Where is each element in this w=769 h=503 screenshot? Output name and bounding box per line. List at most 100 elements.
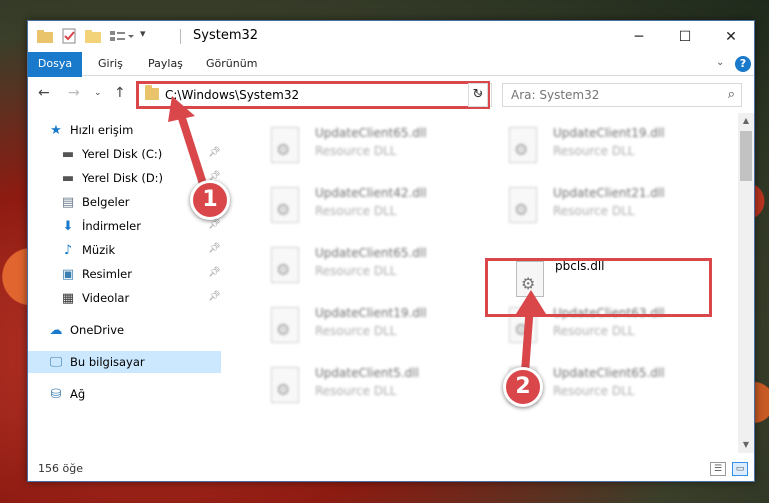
back-arrow-icon[interactable]: ← (38, 85, 50, 101)
nav-item-label: Bu bilgisayar (70, 355, 145, 369)
dll-file-icon (271, 187, 299, 223)
nav-item-onedrive[interactable]: ☁ OneDrive (28, 319, 221, 341)
download-icon: ⬇ (62, 218, 74, 234)
large-icons-view-icon[interactable]: ▭ (732, 462, 748, 476)
file-item[interactable]: UpdateClient5.dll Resource DLL (243, 359, 473, 411)
nav-item-label: Videolar (82, 291, 130, 305)
view-options-icon[interactable] (108, 27, 134, 45)
tab-home[interactable]: Giriş (90, 52, 131, 76)
properties-icon[interactable] (60, 27, 78, 45)
ribbon-tabs: Dosya Giriş Paylaş Görünüm ⌄ ? (28, 52, 754, 104)
navigation-pane: ★ Hızlı erişim ▬ Yerel Disk (C:) 📌︎ ▬ Ye… (28, 113, 223, 453)
nav-item-this-pc[interactable]: 🖵︎ Bu bilgisayar (28, 351, 221, 373)
dll-file-icon (271, 367, 299, 403)
nav-item-pictures[interactable]: ▣ Resimler 📌︎ (28, 263, 221, 285)
file-type: Resource DLL (553, 324, 635, 338)
window-title: System32 (193, 28, 259, 43)
nav-item-label: Ağ (70, 387, 86, 401)
file-item[interactable]: UpdateClient63.dll Resource DLL (481, 299, 711, 351)
dll-file-icon (509, 187, 537, 223)
nav-item-disk-c[interactable]: ▬ Yerel Disk (C:) 📌︎ (28, 143, 221, 165)
customize-toolbar-icon[interactable]: ▾ (140, 27, 158, 45)
file-item[interactable]: UpdateClient65.dll Resource DLL (243, 239, 473, 291)
pin-icon[interactable]: 📌︎ (208, 267, 221, 278)
file-item-pbcls[interactable]: pbcls.dll (488, 253, 718, 305)
nav-item-label: OneDrive (70, 323, 125, 337)
dll-file-icon (271, 127, 299, 163)
music-icon: ♪ (63, 242, 73, 258)
tab-view[interactable]: Görünüm (198, 52, 265, 76)
star-icon: ★ (50, 122, 62, 138)
details-view-icon[interactable]: ☰ (710, 462, 726, 476)
file-type: Resource DLL (315, 264, 397, 278)
status-bar: 156 öğe ☰ ▭ (28, 457, 754, 481)
cloud-icon: ☁ (49, 322, 63, 338)
file-item[interactable]: UpdateClient65.dll Resource DLL (243, 119, 473, 171)
address-row: ← → ⌄ ↑ C:\Windows\System32 ⌄ ↻ ⌕ (28, 77, 754, 113)
dll-file-icon (509, 307, 537, 343)
help-icon[interactable]: ? (735, 56, 751, 72)
search-box[interactable]: ⌕ (502, 83, 742, 107)
file-item[interactable]: UpdateClient42.dll Resource DLL (243, 179, 473, 231)
file-explorer-window: ▾ System32 ─ ☐ ✕ Dosya Giriş Paylaş Görü… (27, 20, 755, 482)
file-name: UpdateClient63.dll (553, 306, 665, 320)
nav-item-disk-d[interactable]: ▬ Yerel Disk (D:) 📌︎ (28, 167, 221, 189)
file-type: Resource DLL (315, 384, 397, 398)
search-input[interactable] (503, 84, 713, 106)
address-folder-icon (145, 85, 159, 100)
tab-share[interactable]: Paylaş (140, 52, 191, 76)
up-arrow-icon[interactable]: ↑ (114, 85, 126, 101)
step-2-badge: 2 (503, 367, 543, 407)
file-name: UpdateClient65.dll (315, 246, 427, 260)
file-name: pbcls.dll (555, 259, 605, 273)
title-separator (180, 29, 181, 44)
pin-icon[interactable]: 📌︎ (208, 147, 221, 158)
maximize-icon: ☐ (678, 28, 692, 45)
maximize-button[interactable]: ☐ (662, 21, 708, 52)
scroll-down-icon[interactable]: ▼ (738, 437, 754, 453)
file-type: Resource DLL (553, 384, 635, 398)
nav-item-label: İndirmeler (82, 219, 141, 233)
pin-icon[interactable]: 📌︎ (208, 291, 221, 302)
scroll-thumb[interactable] (740, 131, 752, 181)
file-item[interactable]: UpdateClient19.dll Resource DLL (243, 299, 473, 351)
nav-item-videos[interactable]: ▦ Videolar 📌︎ (28, 287, 221, 309)
minimize-button[interactable]: ─ (616, 21, 662, 52)
search-icon[interactable]: ⌕ (728, 87, 735, 102)
scroll-up-icon[interactable]: ▲ (738, 113, 754, 129)
drive-icon: ▬ (61, 146, 75, 162)
folder-icon (36, 27, 54, 45)
new-folder-icon[interactable] (84, 27, 102, 45)
pin-icon[interactable]: 📌︎ (208, 219, 221, 230)
file-name: UpdateClient42.dll (315, 186, 427, 200)
video-icon: ▦ (61, 290, 75, 306)
pin-icon[interactable]: 📌︎ (208, 243, 221, 254)
address-bar[interactable]: C:\Windows\System32 ⌄ (138, 83, 492, 107)
file-type: Resource DLL (315, 204, 397, 218)
file-type: Resource DLL (315, 144, 397, 158)
close-button[interactable]: ✕ (708, 21, 754, 52)
nav-item-network[interactable]: ⛁ Ağ (28, 383, 221, 405)
forward-arrow-icon[interactable]: → (68, 85, 80, 101)
refresh-button[interactable]: ↻ (468, 83, 488, 107)
recent-locations-icon[interactable]: ⌄ (94, 88, 102, 98)
file-name: UpdateClient65.dll (553, 366, 665, 380)
file-name: UpdateClient5.dll (315, 366, 419, 380)
nav-item-quick-access[interactable]: ★ Hızlı erişim (28, 119, 221, 141)
dll-file-icon (509, 127, 537, 163)
file-type: Resource DLL (553, 204, 635, 218)
file-item[interactable]: UpdateClient21.dll Resource DLL (481, 179, 711, 231)
nav-item-label: Belgeler (82, 195, 130, 209)
file-item[interactable]: UpdateClient19.dll Resource DLL (481, 119, 711, 171)
computer-icon: 🖵︎ (49, 354, 63, 370)
nav-item-label: Resimler (82, 267, 132, 281)
document-icon: ▤ (61, 194, 75, 210)
vertical-scrollbar[interactable]: ▲ ▼ (738, 113, 754, 453)
nav-item-downloads[interactable]: ⬇ İndirmeler 📌︎ (28, 215, 221, 237)
refresh-icon: ↻ (472, 87, 484, 102)
expand-ribbon-icon[interactable]: ⌄ (716, 57, 724, 68)
picture-icon: ▣ (61, 266, 75, 282)
item-count: 156 öğe (38, 462, 83, 475)
file-name: UpdateClient19.dll (553, 126, 665, 140)
nav-item-music[interactable]: ♪ Müzik 📌︎ (28, 239, 221, 261)
